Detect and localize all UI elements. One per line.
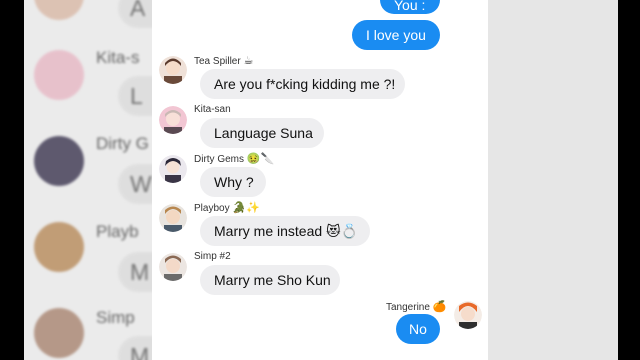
sender-name: Tea Spiller ☕ (194, 55, 254, 67)
avatar-dirty-gems (159, 155, 187, 183)
bg-text: A (130, 0, 146, 21)
bg-name: Simp (96, 308, 135, 327)
avatar (34, 222, 84, 272)
outgoing-message: I love you (352, 20, 440, 50)
bg-name: Kita-s (96, 48, 140, 67)
avatar-kita-san (159, 106, 187, 134)
incoming-message: Language Suna (200, 118, 324, 148)
bg-text: L (130, 83, 143, 109)
background-left-blur: A Kita-s L Dirty G W Playb M Simp M (24, 0, 152, 360)
avatar-playboy (159, 204, 187, 232)
bg-text: M (130, 259, 150, 285)
bg-text: W (130, 171, 152, 197)
avatar-tea-spiller (159, 56, 187, 84)
incoming-message: Why ? (200, 167, 266, 197)
sender-name: Dirty Gems 🤢🔪 (194, 153, 275, 165)
incoming-message: Are you f*cking kidding me ?! (200, 69, 405, 99)
incoming-message: Marry me Sho Kun (200, 265, 340, 295)
avatar (34, 0, 84, 20)
background-right-blur (488, 0, 618, 360)
bg-name: Playb (96, 222, 139, 241)
sender-name: Tangerine 🍊 (386, 301, 447, 313)
avatar-tangerine (454, 301, 482, 329)
bg-text: M (130, 343, 150, 360)
incoming-message: Marry me instead 😻💍 (200, 216, 370, 246)
outgoing-message: No (396, 314, 440, 344)
sender-name: Simp #2 (194, 251, 231, 262)
sender-name: Playboy 🐊✨ (194, 202, 260, 214)
bg-name: Dirty G (96, 134, 149, 153)
tangerine-icon: 🍊 (432, 301, 447, 313)
sender-name: Kita-san (194, 104, 231, 115)
chat-panel: You : I love you Tea Spiller ☕ Are you f… (152, 0, 488, 360)
outgoing-message-partial: You : (380, 0, 440, 14)
avatar-simp-2 (159, 253, 187, 281)
coffee-icon: ☕ (243, 55, 254, 67)
avatar (34, 308, 84, 358)
crocodile-sparkles-icon: 🐊✨ (232, 202, 260, 214)
avatar (34, 50, 84, 100)
heart-eyes-cat-ring-icon: 😻💍 (326, 223, 359, 239)
nauseated-knife-icon: 🤢🔪 (246, 153, 275, 165)
avatar (34, 136, 84, 186)
